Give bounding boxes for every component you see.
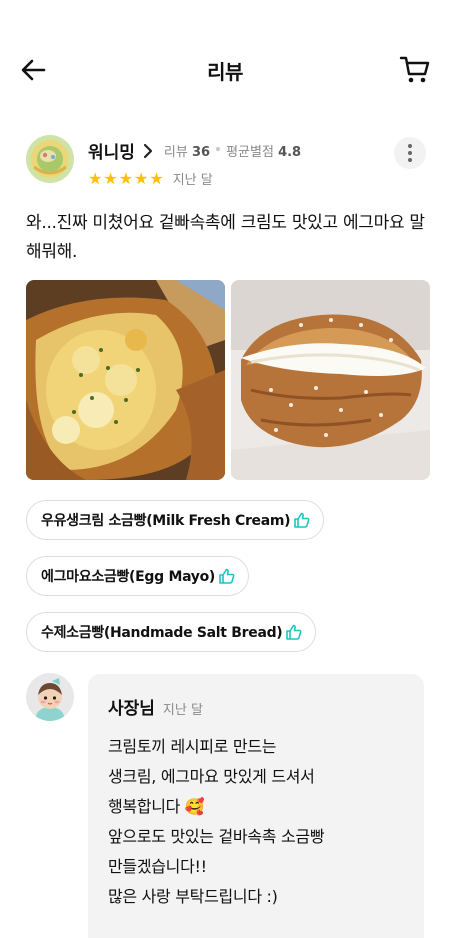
review-photos	[26, 280, 430, 480]
menu-tag-label: 수제소금빵(Handmade Salt Bread)	[41, 625, 283, 641]
thumbs-up-icon	[219, 568, 235, 584]
owner-reply: 사장님 지난 달 크림토끼 레시피로 만드는 생크림, 에그마요 맛있게 드셔서…	[88, 674, 424, 938]
review-date: 지난 달	[172, 173, 213, 188]
cart-button[interactable]	[398, 52, 432, 86]
star-icon: ★	[103, 168, 118, 188]
owner-reply-text: 크림토끼 레시피로 만드는 생크림, 에그마요 맛있게 드셔서 행복합니다 🥰 …	[108, 737, 325, 906]
top-bar: 리뷰	[0, 40, 450, 100]
star-rating: ★ ★ ★ ★ ★	[88, 168, 165, 188]
star-icon: ★	[118, 168, 134, 188]
menu-tag-label: 에그마요소금빵(Egg Mayo)	[41, 569, 216, 585]
review-photo-milk-cream[interactable]	[231, 280, 430, 480]
menu-tag-egg-mayo[interactable]: 에그마요소금빵(Egg Mayo)	[26, 556, 250, 596]
menu-tag-milk-cream[interactable]: 우유생크림 소금빵(Milk Fresh Cream)	[26, 500, 325, 540]
average-rating: 평균별점 4.8	[226, 145, 302, 160]
page-title: 리뷰	[207, 60, 243, 84]
thumbs-up-icon	[294, 512, 310, 528]
menu-tag-label: 우유생크림 소금빵(Milk Fresh Cream)	[41, 513, 291, 529]
star-icon: ★	[88, 168, 103, 188]
thumbs-up-icon	[286, 624, 302, 640]
review-text: 와...진짜 미쳤어요 겉빠속촉에 크림도 맛있고 에그마요 말해뭐해.	[26, 213, 425, 262]
star-icon: ★	[134, 168, 149, 188]
owner-reply-date: 지난 달	[162, 703, 203, 718]
reviewer-avatar[interactable]	[26, 135, 74, 183]
reviewer-name-row[interactable]: 워니밍 리뷰 36 평균별점 4.8	[88, 138, 301, 163]
reviewer-name: 워니밍	[88, 143, 135, 163]
owner-name: 사장님	[108, 699, 155, 719]
more-options-button[interactable]	[394, 137, 426, 169]
review-count: 리뷰 36	[163, 145, 211, 160]
separator-dot	[216, 147, 221, 151]
menu-tag-handmade[interactable]: 수제소금빵(Handmade Salt Bread)	[26, 612, 317, 652]
star-icon: ★	[149, 168, 164, 188]
more-dots-icon	[408, 144, 412, 148]
review-header: 워니밍 리뷰 36 평균별점 4.8 ★ ★ ★ ★ ★ 지난 달	[26, 135, 426, 195]
owner-reply-header: 사장님 지난 달	[108, 694, 203, 719]
rating-row: ★ ★ ★ ★ ★ 지난 달	[88, 169, 213, 188]
chevron-right-icon	[143, 143, 153, 158]
owner-avatar	[26, 673, 74, 721]
cart-icon	[399, 56, 430, 83]
review-photo-egg-mayo[interactable]	[26, 280, 225, 480]
